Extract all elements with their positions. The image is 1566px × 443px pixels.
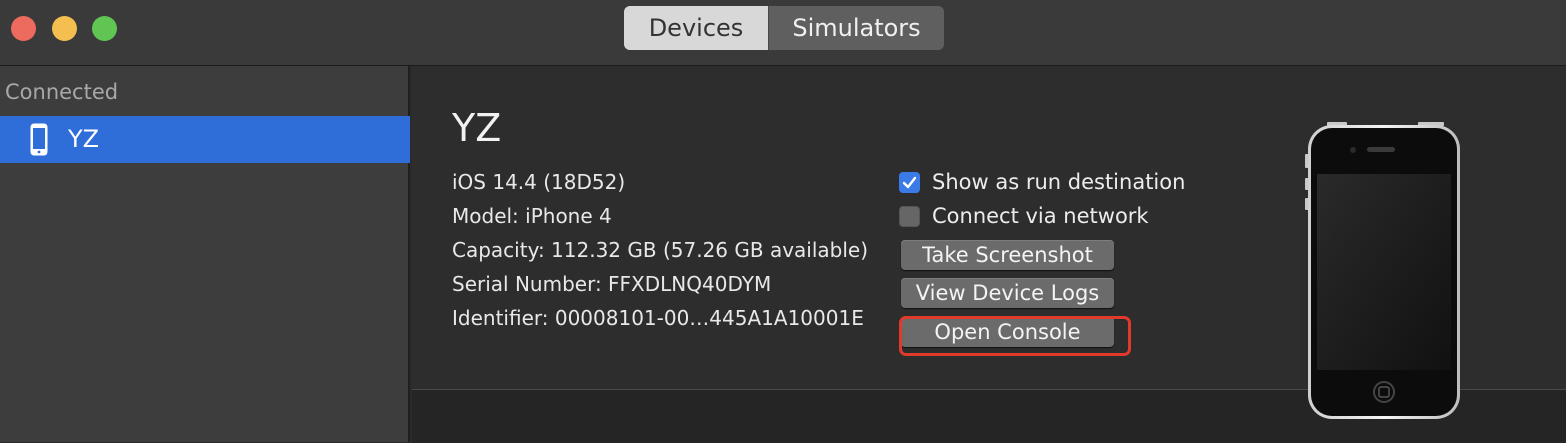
- take-screenshot-button[interactable]: Take Screenshot: [901, 240, 1114, 270]
- iphone-device-image: [1305, 122, 1463, 422]
- iphone-icon: [30, 123, 48, 156]
- run-destination-option[interactable]: Show as run destination: [899, 169, 1185, 195]
- sidebar-section-heading: Connected: [5, 80, 119, 104]
- minimize-window-button[interactable]: [52, 16, 77, 41]
- device-model: Model: iPhone 4: [452, 204, 612, 228]
- connect-via-network-label: Connect via network: [932, 204, 1149, 228]
- connect-via-network-checkbox[interactable]: [899, 205, 920, 227]
- view-device-logs-button[interactable]: View Device Logs: [901, 278, 1114, 308]
- device-capacity: Capacity: 112.32 GB (57.26 GB available): [452, 238, 869, 262]
- serial-number: Serial Number: FFXDLNQ40DYM: [452, 272, 772, 296]
- run-destination-checkbox[interactable]: [899, 171, 920, 193]
- run-destination-label: Show as run destination: [932, 170, 1186, 194]
- devices-simulators-segmented-control: Devices Simulators: [624, 6, 944, 50]
- title-bar: Devices Simulators: [0, 0, 1566, 66]
- device-identifier: Identifier: 00008101-00…445A1A10001E: [452, 306, 864, 330]
- sidebar-item-label: YZ: [68, 125, 100, 153]
- tab-simulators[interactable]: Simulators: [768, 6, 944, 50]
- open-console-button[interactable]: Open Console: [901, 317, 1114, 347]
- ios-version: iOS 14.4 (18D52): [452, 170, 626, 194]
- sidebar: Connected YZ: [0, 66, 410, 442]
- connect-via-network-option[interactable]: Connect via network: [899, 203, 1149, 229]
- checkmark-icon: [902, 176, 917, 188]
- close-window-button[interactable]: [11, 16, 36, 41]
- device-name: YZ: [452, 106, 502, 150]
- tab-devices[interactable]: Devices: [624, 6, 768, 50]
- zoom-window-button[interactable]: [92, 16, 117, 41]
- device-detail-pane: YZ iOS 14.4 (18D52) Model: iPhone 4 Capa…: [412, 66, 1566, 443]
- sidebar-item-device[interactable]: YZ: [0, 116, 410, 163]
